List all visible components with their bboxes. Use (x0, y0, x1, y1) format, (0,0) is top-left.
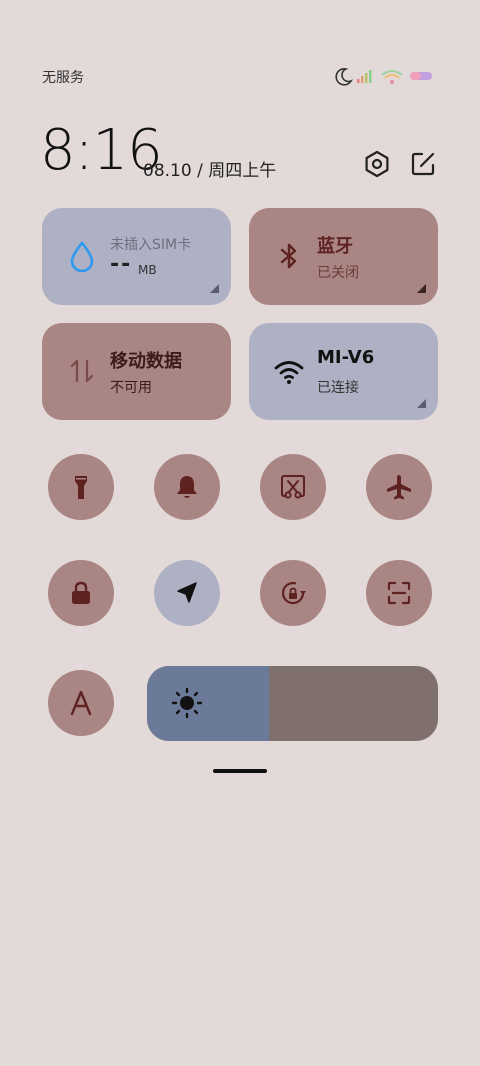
airplane-icon (387, 475, 411, 500)
expand-corner-icon[interactable] (210, 284, 219, 293)
mobile-data-tile[interactable]: 移动数据 不可用 (42, 323, 231, 420)
lock-screen-toggle[interactable] (48, 560, 114, 626)
scanner-toggle[interactable] (366, 560, 432, 626)
moon-icon (335, 68, 353, 86)
brightness-fill (147, 666, 270, 741)
sun-icon (171, 687, 203, 719)
expand-corner-icon[interactable] (417, 399, 426, 408)
bluetooth-icon (280, 243, 297, 269)
data-usage-value: -- (110, 252, 133, 277)
bluetooth-tile[interactable]: 蓝牙 已关闭 (249, 208, 438, 305)
edit-icon (411, 152, 435, 176)
status-icons (335, 68, 432, 86)
rotation-lock-icon (281, 581, 306, 605)
scissors-screenshot-icon (281, 475, 305, 499)
location-toggle[interactable] (154, 560, 220, 626)
bell-icon (177, 476, 197, 498)
font-a-icon (70, 690, 92, 716)
wifi-icon (274, 361, 304, 384)
battery-icon (410, 72, 432, 80)
expand-corner-icon[interactable] (417, 284, 426, 293)
bluetooth-title: 蓝牙 (317, 236, 353, 257)
screenshot-toggle[interactable] (260, 454, 326, 520)
mobile-data-status: 不可用 (110, 380, 152, 396)
data-usage-tile[interactable]: 未插入SIM卡 -- MB (42, 208, 231, 305)
signal-icon (357, 70, 372, 83)
lock-icon (72, 581, 90, 604)
flashlight-toggle[interactable] (48, 454, 114, 520)
carrier-status: 无服务 (42, 70, 84, 86)
data-usage-title: 未插入SIM卡 (110, 237, 192, 253)
drag-handle[interactable] (213, 769, 267, 773)
wifi-status: 已连接 (317, 380, 359, 396)
wifi-icon (381, 70, 403, 84)
edit-button[interactable] (407, 148, 439, 180)
scan-icon (387, 581, 411, 605)
data-arrows-icon (70, 359, 94, 383)
bluetooth-status: 已关闭 (317, 265, 359, 281)
data-usage-unit: MB (138, 263, 157, 277)
font-size-toggle[interactable] (48, 670, 114, 736)
mobile-data-title: 移动数据 (110, 351, 182, 372)
airplane-mode-toggle[interactable] (366, 454, 432, 520)
rotation-lock-toggle[interactable] (260, 560, 326, 626)
date-display: 08.10 / 周四上午 (143, 161, 277, 181)
settings-hexagon-icon (365, 150, 389, 178)
water-drop-icon (70, 241, 94, 272)
wifi-tile[interactable]: MI-V6 已连接 (249, 323, 438, 420)
settings-button[interactable] (361, 148, 393, 180)
flashlight-icon (75, 476, 87, 499)
wifi-title: MI-V6 (317, 347, 375, 368)
brightness-slider[interactable] (147, 666, 438, 741)
location-arrow-icon (177, 582, 197, 603)
sound-toggle[interactable] (154, 454, 220, 520)
